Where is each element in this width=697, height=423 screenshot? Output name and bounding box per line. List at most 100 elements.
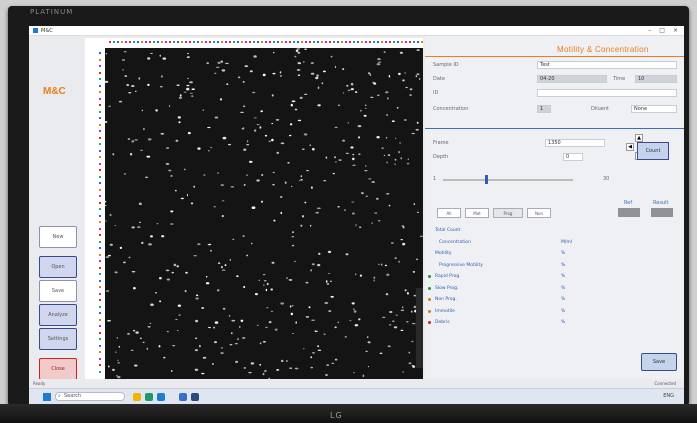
particle — [352, 164, 356, 166]
frame-input[interactable]: 1350 — [545, 139, 605, 147]
particle — [265, 288, 268, 292]
ruler-tick — [99, 175, 101, 178]
particle — [185, 271, 188, 274]
particle — [288, 279, 293, 281]
ruler-tick — [169, 41, 171, 43]
result-row-unit: % — [561, 320, 566, 325]
start-icon[interactable] — [43, 393, 51, 401]
result-row-label: Slow Prog. — [435, 285, 459, 291]
save-results-button[interactable]: Save — [641, 353, 677, 371]
particle — [194, 337, 198, 339]
ruler-tick — [389, 41, 391, 43]
particle — [176, 265, 179, 268]
particle — [280, 302, 285, 305]
particle — [407, 158, 409, 160]
id-input[interactable] — [537, 89, 677, 97]
tab-non[interactable]: Non — [527, 208, 551, 218]
app-logo: M&C — [43, 86, 66, 97]
tab-prog[interactable]: Prog — [493, 208, 523, 218]
status-right-text: Connected — [654, 381, 676, 386]
save-file-button[interactable]: Save — [39, 280, 77, 302]
particle — [217, 262, 221, 265]
ruler-tick — [409, 41, 411, 43]
settings-taskbar-icon[interactable] — [191, 393, 199, 401]
particle — [221, 200, 225, 202]
particle — [201, 372, 205, 375]
particle — [187, 52, 189, 55]
nav-left-button[interactable]: ◀ — [626, 143, 634, 151]
particle — [187, 131, 191, 135]
microscope-image[interactable] — [105, 48, 423, 380]
app-taskbar-icon[interactable] — [157, 393, 165, 401]
particle — [280, 142, 285, 145]
particle — [382, 316, 386, 318]
ruler-tick — [309, 41, 311, 43]
diluent-select[interactable]: None — [631, 105, 677, 113]
taskbar-search-input[interactable]: ⌕ Search — [55, 392, 125, 401]
date-input[interactable]: 04-20 — [537, 75, 607, 83]
particle — [305, 316, 310, 318]
particle — [129, 152, 133, 156]
ruler-tick — [385, 41, 387, 43]
new-button[interactable]: New — [39, 226, 77, 248]
particle — [266, 307, 269, 309]
particle — [221, 214, 224, 218]
particle — [138, 203, 142, 205]
frame-slider-handle[interactable] — [485, 175, 488, 184]
ruler-tick — [217, 41, 219, 43]
ruler-tick — [321, 41, 323, 43]
particle — [177, 304, 182, 307]
close-button[interactable]: Close — [39, 358, 77, 380]
particle — [242, 337, 246, 339]
particle — [395, 137, 397, 139]
particle — [122, 69, 124, 71]
maximize-icon[interactable]: □ — [659, 27, 665, 34]
particle — [140, 149, 143, 151]
particle — [350, 82, 354, 86]
particle — [286, 276, 288, 280]
image-scrollbar[interactable] — [416, 288, 423, 368]
store-icon[interactable] — [179, 393, 187, 401]
particle — [170, 223, 174, 225]
particle — [403, 119, 407, 121]
open-button[interactable]: Open — [39, 256, 77, 278]
particle — [131, 140, 135, 143]
analyze-button[interactable]: Analyze — [39, 304, 77, 326]
particle — [268, 140, 271, 143]
time-input[interactable]: 10 — [635, 75, 677, 83]
particle — [310, 356, 313, 359]
particle — [201, 307, 205, 309]
sample-id-input[interactable]: Test — [537, 61, 677, 69]
browser-icon[interactable] — [145, 393, 153, 401]
particle — [250, 362, 255, 365]
particle — [270, 310, 274, 312]
particle — [240, 111, 244, 113]
particle — [105, 220, 107, 222]
particle — [303, 61, 305, 63]
ruler-tick — [313, 41, 315, 43]
particle — [259, 342, 262, 345]
tab-all[interactable]: All — [437, 208, 461, 218]
frame-slider-track[interactable] — [443, 179, 573, 181]
particle — [415, 258, 419, 261]
particle — [297, 51, 301, 54]
settings-button[interactable]: Settings — [39, 328, 77, 350]
count-button[interactable]: Count — [637, 142, 669, 160]
ruler-tick — [173, 41, 175, 43]
particle — [159, 277, 162, 280]
minimize-icon[interactable]: – — [648, 27, 651, 34]
particle — [300, 175, 302, 178]
depth-input[interactable]: 0 — [563, 153, 583, 161]
particle — [260, 200, 264, 203]
concentration-label: Concentration — [433, 106, 469, 112]
concentration-input[interactable]: 1 — [537, 105, 551, 113]
ruler-tick — [99, 260, 101, 262]
tab-mot[interactable]: Mot — [465, 208, 489, 218]
particle — [419, 235, 423, 237]
particle — [105, 256, 110, 258]
particle — [271, 122, 274, 125]
close-icon[interactable]: × — [673, 27, 678, 34]
nav-up-button[interactable]: ▲ — [635, 134, 643, 142]
particle — [159, 300, 162, 303]
file-explorer-icon[interactable] — [133, 393, 141, 401]
